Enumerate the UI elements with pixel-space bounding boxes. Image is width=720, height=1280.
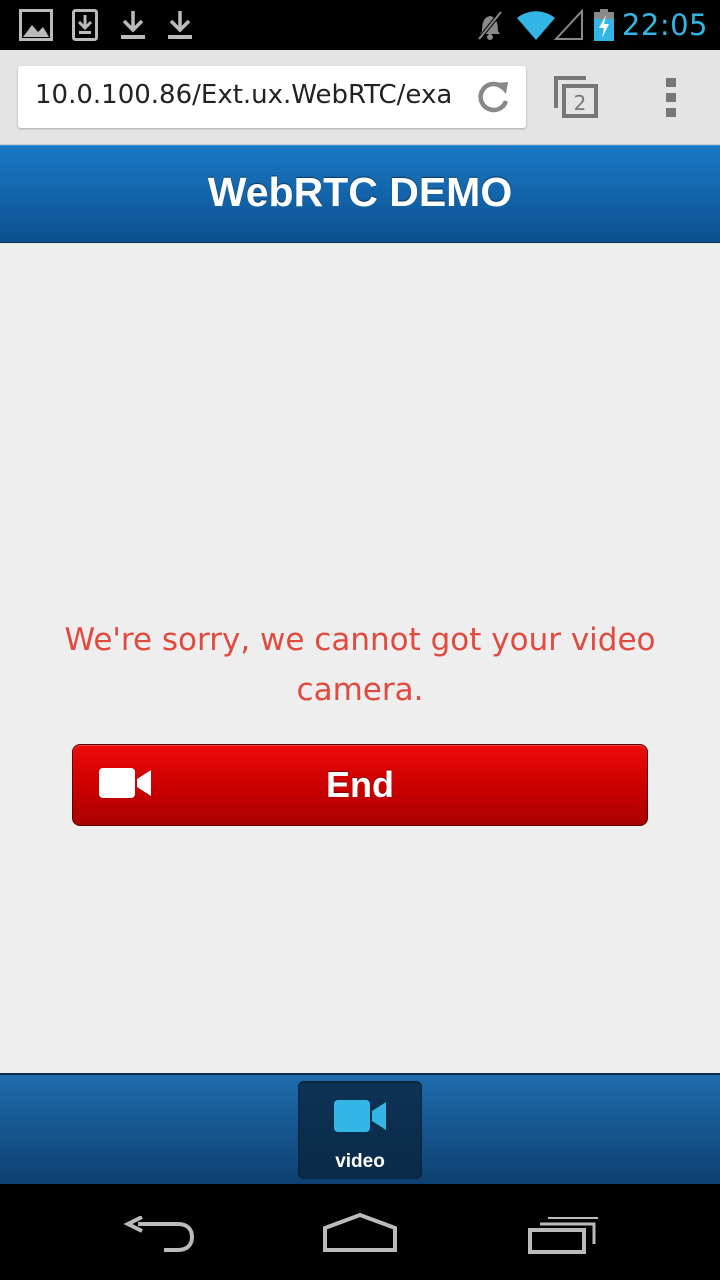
end-call-button[interactable]: End bbox=[72, 744, 648, 826]
tab-count: 2 bbox=[574, 91, 587, 115]
app-header: WebRTC DEMO bbox=[0, 145, 720, 244]
url-field[interactable]: 10.0.100.86/Ext.ux.WebRTC/exa bbox=[18, 66, 526, 128]
page-title: WebRTC DEMO bbox=[207, 169, 513, 215]
end-button-label: End bbox=[326, 764, 394, 805]
download-icon bbox=[167, 9, 193, 45]
video-camera-icon bbox=[334, 1099, 386, 1137]
back-icon[interactable] bbox=[123, 1215, 196, 1260]
main-content: We're sorry, we cannot got your video ca… bbox=[0, 243, 720, 1073]
gallery-icon bbox=[19, 9, 53, 45]
screen: 22:05 10.0.100.86/Ext.ux.WebRTC/exa 2 We… bbox=[0, 0, 720, 1280]
browser-toolbar: 10.0.100.86/Ext.ux.WebRTC/exa 2 bbox=[0, 50, 720, 145]
tab-video[interactable]: video bbox=[298, 1081, 422, 1179]
mute-icon bbox=[476, 9, 504, 45]
error-message: We're sorry, we cannot got your video ca… bbox=[64, 622, 656, 708]
tab-label: video bbox=[335, 1151, 385, 1172]
battery-charging-icon bbox=[593, 9, 615, 45]
signal-icon bbox=[553, 8, 584, 45]
recent-apps-icon[interactable] bbox=[526, 1216, 600, 1258]
overflow-menu-icon[interactable] bbox=[664, 77, 680, 123]
system-nav-bar bbox=[0, 1184, 720, 1280]
status-bar: 22:05 bbox=[0, 0, 720, 50]
download-box-icon bbox=[72, 9, 98, 45]
wifi-icon bbox=[516, 9, 556, 45]
url-text: 10.0.100.86/Ext.ux.WebRTC/exa bbox=[35, 80, 453, 110]
status-time: 22:05 bbox=[621, 8, 708, 42]
home-icon[interactable] bbox=[322, 1212, 398, 1258]
tab-bar: video bbox=[0, 1073, 720, 1186]
tabs-button[interactable]: 2 bbox=[552, 74, 600, 124]
download-icon bbox=[120, 9, 146, 45]
reload-icon[interactable] bbox=[474, 79, 512, 119]
